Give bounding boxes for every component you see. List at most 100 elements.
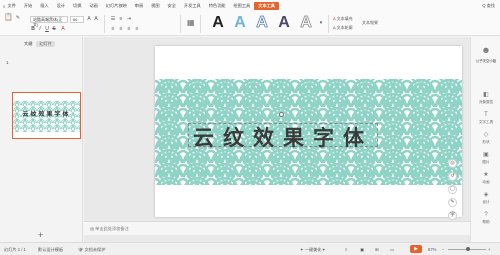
- increase-font-icon[interactable]: A: [86, 16, 92, 22]
- beautify-button[interactable]: ✦ 一键美化 ▾: [300, 247, 325, 253]
- paste-icon[interactable]: 📋: [4, 14, 13, 24]
- cartoon-avatar-icon: ☻: [481, 45, 491, 55]
- reading-view-icon[interactable]: ▭: [390, 247, 394, 252]
- menu-icon: ≡: [3, 3, 6, 9]
- format-painter-icon[interactable]: ✎: [15, 15, 21, 21]
- right-sidebar: ☻ 公子天空小姐 ◧ 对象属性 T 文字工具 ◇ 形状 ▣ 图片 ★ 动画 ◈ 设计 ? 帮助: [470, 37, 500, 242]
- wordart-style-blue[interactable]: A: [232, 15, 248, 31]
- justify-icon[interactable]: ≡: [134, 26, 140, 32]
- strikethrough-icon[interactable]: S: [51, 26, 57, 32]
- animation-button[interactable]: ★ 动画: [473, 172, 499, 185]
- crop-icon[interactable]: ▢: [448, 185, 457, 194]
- notes-icon: ▤: [90, 226, 94, 231]
- ribbon-divider: [200, 15, 201, 33]
- theme-name: 默认设计模板: [38, 247, 64, 252]
- italic-icon[interactable]: I: [37, 26, 43, 32]
- ribbon-toolbar: 📋 ✎ 站酷高端黑体(正文) 66 A A B I U S A ☰ ≡ ⇥ ≡ …: [0, 12, 500, 36]
- file-menu[interactable]: ≡ 文件: [0, 3, 20, 9]
- font-color-icon[interactable]: A: [60, 26, 66, 32]
- tab-drawing-tools[interactable]: 绘图工具: [229, 3, 254, 9]
- ribbon-tabs: ≡ 文件 开始 插入 设计 切换 动画 幻灯片放映 审阅 视图 安全 开发工具 …: [0, 0, 500, 12]
- text-format-icon[interactable]: 字: [448, 211, 457, 220]
- tab-animation[interactable]: 动画: [85, 3, 101, 9]
- slide[interactable]: 云纹效果字体: [155, 46, 462, 217]
- picture-button[interactable]: ▣ 图片: [473, 152, 499, 165]
- notes-toggle-icon[interactable]: ≡: [345, 247, 347, 252]
- quick-style-icon[interactable]: ▦: [187, 19, 195, 27]
- play-slideshow-button[interactable]: ▶: [410, 245, 422, 253]
- design-button[interactable]: ◈ 设计: [473, 192, 499, 205]
- tab-view[interactable]: 视图: [147, 3, 163, 9]
- tab-home[interactable]: 开始: [20, 3, 36, 9]
- tab-review[interactable]: 审阅: [131, 3, 147, 9]
- add-slide-button[interactable]: +: [38, 230, 43, 240]
- wps-presentation-window: ≡ 文件 开始 插入 设计 切换 动画 幻灯片放映 审阅 视图 安全 开发工具 …: [0, 0, 500, 255]
- tab-slides[interactable]: 幻灯片: [36, 41, 55, 47]
- tab-design[interactable]: 设计: [53, 3, 69, 9]
- ribbon-divider: [180, 15, 181, 33]
- tab-slideshow[interactable]: 幻灯片放映: [102, 3, 131, 9]
- indent-icon[interactable]: ⇥: [126, 16, 132, 22]
- decrease-font-icon[interactable]: A: [93, 16, 99, 22]
- wordart-style-black[interactable]: A: [210, 15, 226, 31]
- bullet-list-icon[interactable]: ☰: [110, 16, 116, 22]
- underline-icon[interactable]: U: [44, 26, 50, 32]
- align-right-icon[interactable]: ≡: [126, 26, 132, 32]
- watermark-logo: ☻ 公子天空小姐: [475, 45, 497, 64]
- design-icon: ◈: [483, 192, 489, 198]
- floating-toolbar: ◎ ↺ ▢ ✎ 字: [448, 159, 462, 220]
- help-button[interactable]: ? 帮助: [473, 212, 499, 225]
- zoom-in-icon[interactable]: +: [488, 247, 490, 252]
- zoom-level[interactable]: 67%: [428, 247, 436, 252]
- picture-icon: ▣: [483, 152, 489, 158]
- layers-icon[interactable]: ◎: [448, 159, 457, 168]
- notes-pane[interactable]: ▤ 单击此处添加备注: [84, 221, 470, 235]
- wordart-style-white[interactable]: A: [298, 14, 314, 31]
- ribbon-divider: [328, 15, 329, 33]
- object-properties-button[interactable]: ◧ 对象属性: [473, 92, 499, 105]
- font-name-select[interactable]: 站酷高端黑体(正文): [30, 16, 68, 27]
- pen-icon[interactable]: ✎: [448, 198, 457, 207]
- zoom-slider-handle[interactable]: [466, 247, 470, 251]
- shape-button[interactable]: ◇ 形状: [473, 132, 499, 145]
- align-left-icon[interactable]: ≡: [110, 26, 116, 32]
- status-bar: 幻灯片 1 / 1 默认设计模板 🛡 文档未保护 ✦ 一键美化 ▾ ≡ ▣ ⊞ …: [0, 242, 500, 255]
- tab-transition[interactable]: 切换: [69, 3, 85, 9]
- notes-placeholder: 单击此处添加备注: [95, 226, 129, 231]
- shape-icon: ◇: [483, 132, 489, 138]
- align-center-icon[interactable]: ≡: [118, 26, 124, 32]
- tab-insert[interactable]: 插入: [36, 3, 52, 9]
- font-size-select[interactable]: 66: [70, 16, 84, 23]
- slide-editing-area: 云纹效果字体 ◎ ↺ ▢ ✎ 字 ▤ 单击此处添加备注: [84, 37, 470, 242]
- rotate-handle[interactable]: [279, 112, 284, 117]
- slide-thumbnail[interactable]: 云纹效果字体: [12, 92, 81, 139]
- text-outline-button[interactable]: A 文本轮廓: [333, 25, 353, 31]
- sorter-view-icon[interactable]: ⊞: [375, 247, 379, 252]
- text-fill-button[interactable]: A 文本填充: [333, 16, 353, 22]
- search-button[interactable]: Q 查找: [482, 3, 495, 9]
- tab-developer[interactable]: 开发工具: [180, 3, 205, 9]
- text-icon: T: [484, 112, 488, 118]
- tab-security[interactable]: 安全: [164, 3, 180, 9]
- normal-view-icon[interactable]: ▣: [360, 247, 364, 252]
- wordart-style-outline[interactable]: A: [254, 14, 270, 31]
- rotate-icon[interactable]: ↺: [448, 172, 457, 181]
- tab-text-tools[interactable]: 文本工具: [254, 2, 279, 10]
- tab-outline[interactable]: 大纲: [24, 41, 32, 47]
- ribbon-divider: [104, 15, 105, 33]
- slide-thumbnail-panel: 大纲 幻灯片 1 云纹效果字体 +: [0, 37, 83, 242]
- bold-icon[interactable]: B: [30, 26, 36, 32]
- wordart-style-dark[interactable]: A: [276, 15, 292, 31]
- wordart-more-icon[interactable]: ▾: [318, 20, 324, 26]
- tab-features[interactable]: 特色功能: [205, 3, 230, 9]
- help-icon: ?: [484, 212, 488, 218]
- properties-icon: ◧: [483, 92, 489, 98]
- slide-number: 1: [6, 60, 9, 65]
- number-list-icon[interactable]: ≡: [118, 16, 124, 22]
- text-effect-button[interactable]: 文本效果: [362, 20, 378, 26]
- slide-title[interactable]: 云纹效果字体: [188, 122, 378, 152]
- zoom-out-icon[interactable]: −: [442, 247, 444, 252]
- slide-counter: 幻灯片 1 / 1: [4, 247, 26, 252]
- document-protection[interactable]: 🛡 文档未保护: [78, 247, 105, 253]
- text-tools-button[interactable]: T 文字工具: [473, 112, 499, 125]
